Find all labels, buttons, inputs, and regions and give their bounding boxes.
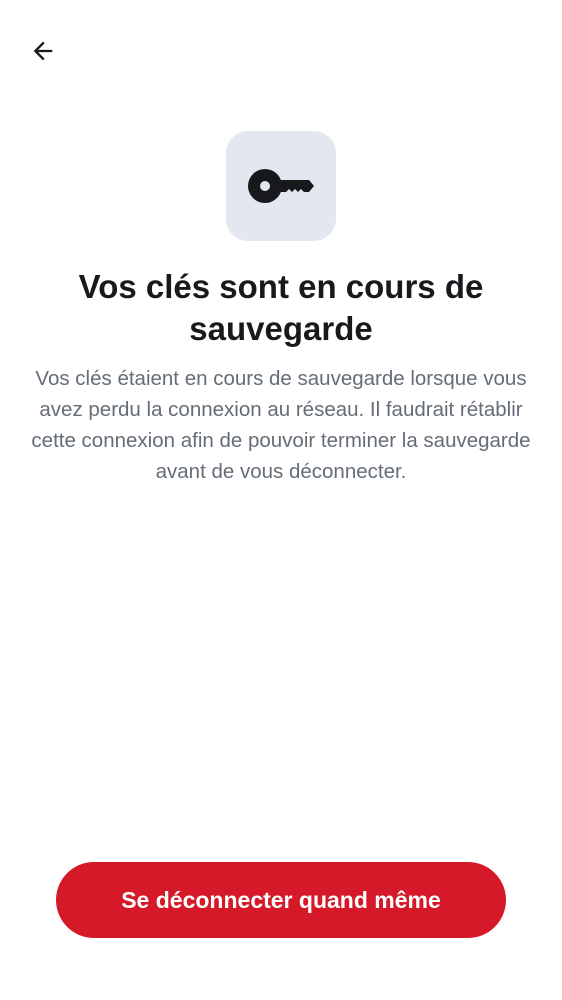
page-title: Vos clés sont en cours de sauvegarde	[78, 268, 484, 347]
key-backup-screen: Vos clés sont en cours de sauvegarde Vos…	[0, 0, 562, 1000]
sign-out-anyway-button[interactable]: Se déconnecter quand même	[56, 862, 506, 938]
description-text: Vos clés étaient en cours de sauvegarde …	[31, 367, 531, 483]
key-illustration	[226, 131, 336, 241]
key-icon	[248, 169, 314, 203]
back-button[interactable]	[22, 30, 64, 72]
arrow-left-icon	[33, 41, 53, 61]
